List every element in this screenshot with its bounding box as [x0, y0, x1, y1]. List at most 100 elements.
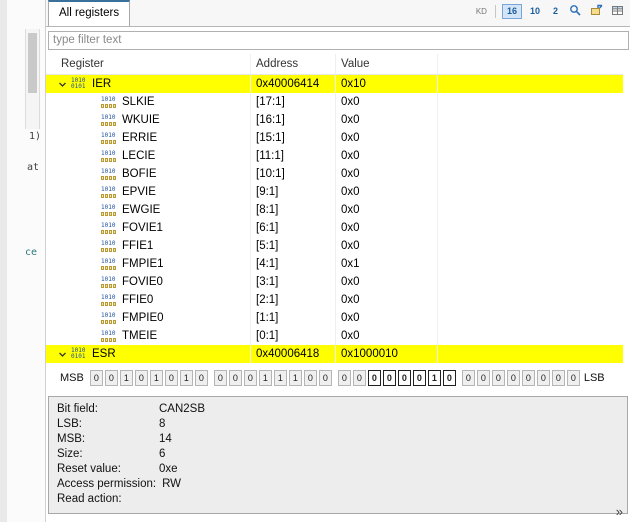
property-label: Read action:	[57, 493, 122, 505]
column-header-register[interactable]: Register	[46, 54, 251, 74]
field-row[interactable]: 1010 FFIE0 [2:1] 0x0	[46, 291, 623, 309]
bit-cell[interactable]: 0	[566, 370, 580, 386]
field-row[interactable]: 1010 EWGIE [8:1] 0x0	[46, 201, 623, 219]
bit-cell[interactable]: 0	[104, 370, 118, 386]
field-row[interactable]: 1010 FOVIE0 [3:1] 0x0	[46, 273, 623, 291]
radix-bin-button[interactable]: 2	[548, 4, 563, 19]
field-row[interactable]: 1010 LECIE [11:1] 0x0	[46, 147, 623, 165]
register-address: [9:1]	[251, 183, 336, 201]
bit-cell[interactable]: 1	[119, 370, 133, 386]
editor-scrollbar[interactable]	[25, 29, 40, 129]
register-name: EPVIE	[122, 186, 156, 198]
registers-table: Register Address Value 1010 0101 IER 0x4000…	[46, 54, 623, 363]
column-header-address[interactable]: Address	[251, 54, 336, 74]
bit-cell[interactable]: 0	[243, 370, 257, 386]
bit-cell[interactable]: 0	[89, 370, 103, 386]
field-row[interactable]: 1010 SLKIE [17:1] 0x0	[46, 93, 623, 111]
bit-cell[interactable]: 0	[476, 370, 490, 386]
bit-cell[interactable]: 0	[228, 370, 242, 386]
bit-cell[interactable]: 0	[442, 370, 456, 386]
field-row[interactable]: 1010 WKUIE [16:1] 0x0	[46, 111, 623, 129]
radix-dec-button[interactable]: 10	[525, 4, 545, 19]
filter-input[interactable]	[48, 30, 629, 50]
property-row: Access permission: RW	[57, 477, 619, 492]
property-row: MSB: 14	[57, 432, 619, 447]
column-header-empty	[438, 54, 623, 74]
bit-cell[interactable]: 0	[352, 370, 366, 386]
property-label: Bit field:	[57, 403, 98, 415]
column-header-value[interactable]: Value	[336, 54, 438, 74]
msb-label: MSB	[60, 372, 84, 384]
register-name: FMPIE0	[122, 312, 164, 324]
bit-cell[interactable]: 0	[318, 370, 332, 386]
property-value: 14	[159, 433, 172, 445]
chevron-down-icon[interactable]	[57, 79, 67, 89]
bit-cells: 00101010000111000000001000000000	[88, 370, 580, 386]
editor-gutter	[0, 0, 7, 522]
bit-cell[interactable]: 0	[194, 370, 208, 386]
register-address: [16:1]	[251, 111, 336, 129]
field-row[interactable]: 1010 BOFIE [10:1] 0x0	[46, 165, 623, 183]
bit-cell[interactable]: 0	[412, 370, 426, 386]
bit-cell[interactable]: 0	[134, 370, 148, 386]
view-tabbar: All registers KD 16 10 2	[46, 0, 630, 27]
bitfield-icon: 1010	[101, 221, 118, 235]
bit-cell[interactable]: 0	[164, 370, 178, 386]
bit-cell[interactable]: 0	[382, 370, 396, 386]
lsb-label: LSB	[583, 372, 605, 384]
search-icon	[569, 4, 582, 20]
bit-cell[interactable]: 0	[521, 370, 535, 386]
bit-cell[interactable]: 0	[337, 370, 351, 386]
register-row[interactable]: 1010 0101 ESR 0x40006418 0x1000010	[46, 345, 623, 363]
bitfield-icon: 1010	[101, 257, 118, 271]
field-row[interactable]: 1010 FMPIE0 [1:1] 0x0	[46, 309, 623, 327]
register-name: LECIE	[122, 150, 156, 162]
field-row[interactable]: 1010 FFIE1 [5:1] 0x0	[46, 237, 623, 255]
bit-cell[interactable]: 1	[149, 370, 163, 386]
bit-cell[interactable]: 1	[179, 370, 193, 386]
register-value: 0x0	[336, 93, 438, 111]
bitfield-icon: 1010	[101, 293, 118, 307]
register-name: ESR	[92, 348, 116, 360]
register-value: 0x0	[336, 291, 438, 309]
field-row[interactable]: 1010 TMEIE [0:1] 0x0	[46, 327, 623, 345]
editor-text-fragment: 1)	[29, 131, 42, 142]
field-row[interactable]: 1010 FMPIE1 [4:1] 0x1	[46, 255, 623, 273]
toolbar-overflow-chevron[interactable]: »	[616, 504, 623, 519]
bit-cell[interactable]: 1	[258, 370, 272, 386]
export-button[interactable]	[587, 3, 605, 21]
bit-cell[interactable]: 0	[367, 370, 381, 386]
bit-cell[interactable]: 1	[273, 370, 287, 386]
register-value: 0x0	[336, 147, 438, 165]
bit-cell[interactable]: 0	[213, 370, 227, 386]
register-name: FFIE1	[122, 240, 154, 252]
bit-cell[interactable]: 1	[427, 370, 441, 386]
chevron-down-icon[interactable]	[57, 349, 67, 359]
bit-cell[interactable]: 0	[491, 370, 505, 386]
property-row: Bit field: CAN2SB	[57, 402, 619, 417]
bit-cell[interactable]: 0	[536, 370, 550, 386]
bit-cell[interactable]: 1	[288, 370, 302, 386]
bitfield-icon: 1010	[101, 167, 118, 181]
field-row[interactable]: 1010 FOVIE1 [6:1] 0x0	[46, 219, 623, 237]
search-button[interactable]	[566, 3, 584, 21]
register-row[interactable]: 1010 0101 IER 0x40006414 0x10	[46, 75, 623, 93]
field-row[interactable]: 1010 EPVIE [9:1] 0x0	[46, 183, 623, 201]
bit-cell[interactable]: 0	[303, 370, 317, 386]
bit-cell[interactable]: 0	[506, 370, 520, 386]
bit-cell[interactable]: 0	[551, 370, 565, 386]
registers-view: All registers KD 16 10 2 type filter tex…	[45, 0, 630, 522]
bit-cell[interactable]: 0	[461, 370, 475, 386]
property-label: Access permission:	[57, 478, 157, 490]
register-address: [6:1]	[251, 219, 336, 237]
radix-hex-button[interactable]: 16	[501, 4, 522, 19]
editor-scrollbar-thumb[interactable]	[28, 33, 37, 93]
field-row[interactable]: 1010 ERRIE [15:1] 0x0	[46, 129, 623, 147]
tab-all-registers[interactable]: All registers	[48, 0, 131, 26]
bit-cell[interactable]: 0	[397, 370, 411, 386]
register-value: 0x0	[336, 219, 438, 237]
table-button[interactable]	[608, 3, 626, 21]
bitfield-icon: 1010	[101, 95, 118, 109]
view-toolbar: KD 16 10 2	[476, 0, 626, 23]
bitfield-icon: 1010	[101, 185, 118, 199]
